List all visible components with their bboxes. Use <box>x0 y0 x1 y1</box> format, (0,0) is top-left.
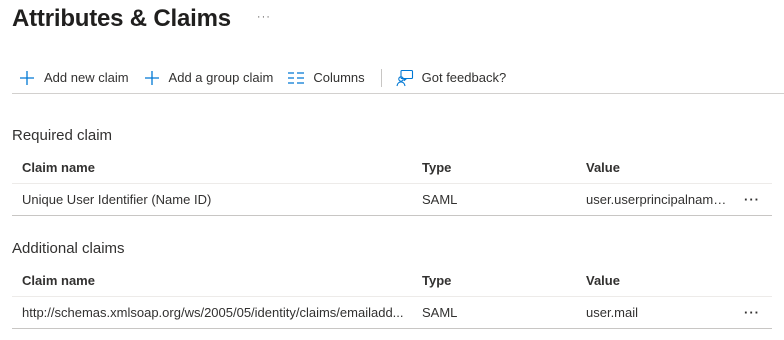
got-feedback-label: Got feedback? <box>421 70 507 85</box>
ellipsis-icon[interactable]: ··· <box>732 192 772 207</box>
claim-value-cell: user.userprincipalname [... <box>586 192 732 207</box>
title-row: Attributes & Claims ··· <box>12 3 271 35</box>
claim-value-cell: user.mail <box>586 305 639 320</box>
columns-icon <box>287 69 305 87</box>
add-new-claim-label: Add new claim <box>44 70 129 85</box>
add-group-claim-button[interactable]: Add a group claim <box>137 64 282 92</box>
page-title: Attributes & Claims <box>12 5 231 32</box>
grid-header: Claim name Type Value <box>12 152 772 184</box>
additional-claims-title: Additional claims <box>12 240 125 257</box>
got-feedback-button[interactable]: Got feedback? <box>390 64 515 92</box>
claim-name-cell[interactable]: http://schemas.xmlsoap.org/ws/2005/05/id… <box>12 305 412 320</box>
columns-label: Columns <box>313 70 365 85</box>
claim-type-cell: SAML <box>422 305 458 320</box>
column-header-claim-name[interactable]: Claim name <box>12 160 412 175</box>
column-header-type[interactable]: Type <box>412 160 576 175</box>
plus-icon <box>18 69 36 87</box>
table-row[interactable]: Unique User Identifier (Name ID) SAML us… <box>12 184 772 216</box>
columns-button[interactable]: Columns <box>281 64 372 92</box>
feedback-person-icon <box>396 69 414 87</box>
ellipsis-icon[interactable]: ··· <box>732 305 772 320</box>
grid-header: Claim name Type Value <box>12 265 772 297</box>
attributes-claims-page: Attributes & Claims ··· Add new claim Ad… <box>0 0 784 340</box>
table-row[interactable]: http://schemas.xmlsoap.org/ws/2005/05/id… <box>12 297 772 329</box>
required-claim-title: Required claim <box>12 127 113 144</box>
title-more-icon[interactable]: ··· <box>257 1 271 33</box>
column-header-claim-name[interactable]: Claim name <box>12 273 412 288</box>
additional-claims-grid: Claim name Type Value http://schemas.xml… <box>12 265 772 329</box>
claim-name-cell[interactable]: Unique User Identifier (Name ID) <box>12 192 412 207</box>
column-header-value[interactable]: Value <box>576 273 732 288</box>
required-claim-grid: Claim name Type Value Unique User Identi… <box>12 152 772 216</box>
column-header-value[interactable]: Value <box>576 160 732 175</box>
claim-type-cell: SAML <box>422 192 458 207</box>
column-header-type[interactable]: Type <box>412 273 576 288</box>
add-new-claim-button[interactable]: Add new claim <box>12 64 137 92</box>
plus-icon <box>143 69 161 87</box>
add-group-claim-label: Add a group claim <box>168 70 274 85</box>
command-bar: Add new claim Add a group claim Columns <box>12 62 784 94</box>
toolbar-divider <box>380 68 382 87</box>
